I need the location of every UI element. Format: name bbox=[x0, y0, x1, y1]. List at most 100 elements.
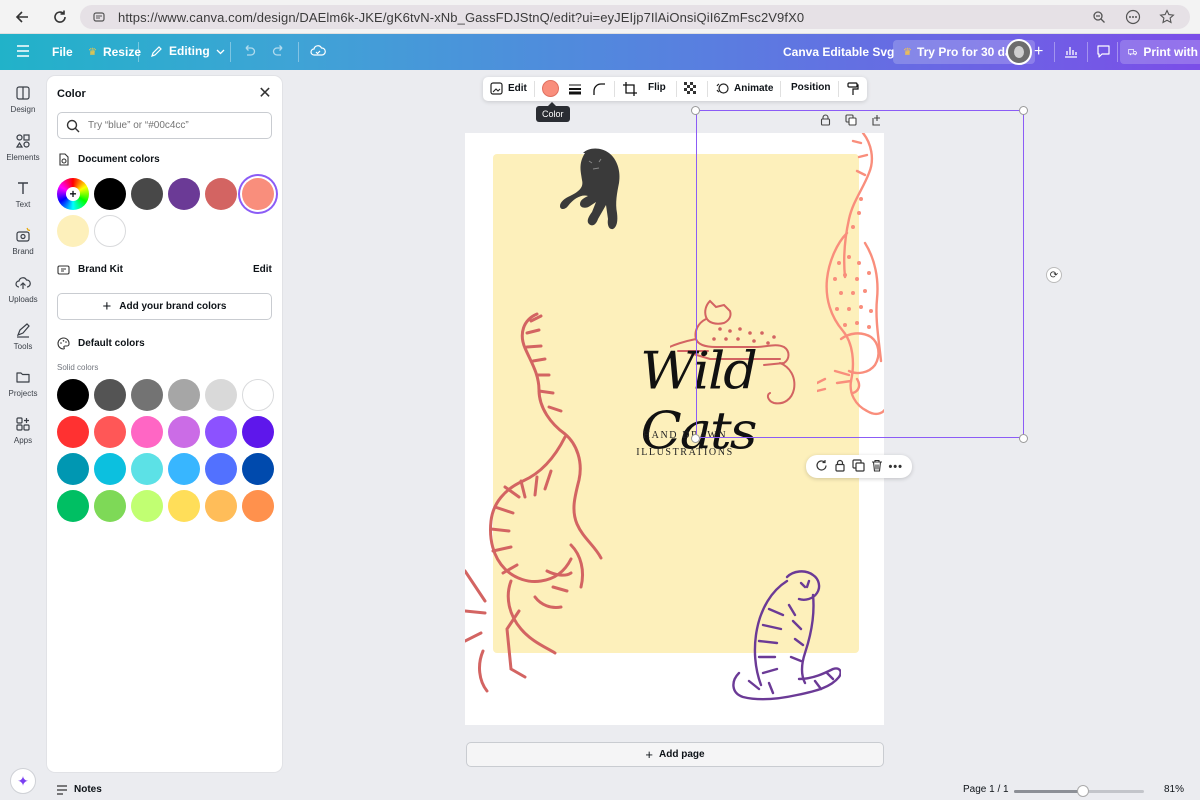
resize-handle-bottom-right[interactable] bbox=[1019, 434, 1028, 443]
cloud-save-icon[interactable] bbox=[310, 44, 326, 58]
color-button[interactable] bbox=[542, 80, 559, 97]
lock-icon[interactable] bbox=[834, 459, 846, 475]
insights-icon[interactable] bbox=[1064, 44, 1078, 58]
rail-uploads[interactable]: Uploads bbox=[0, 275, 46, 304]
zoom-icon[interactable] bbox=[1090, 8, 1108, 26]
resize-handle-bottom-left[interactable] bbox=[691, 434, 700, 443]
panther-illustration[interactable] bbox=[553, 147, 631, 239]
back-icon[interactable] bbox=[6, 3, 38, 31]
rail-brand[interactable]: Brand bbox=[0, 227, 46, 256]
solid-color-swatch[interactable] bbox=[94, 416, 126, 448]
regenerate-icon[interactable] bbox=[815, 459, 828, 475]
position-button[interactable]: Position bbox=[791, 82, 830, 93]
animate-button[interactable]: Animate bbox=[716, 82, 773, 95]
document-color-swatch[interactable] bbox=[94, 215, 126, 247]
reload-icon[interactable] bbox=[44, 3, 76, 31]
solid-color-swatch[interactable] bbox=[131, 416, 163, 448]
edit-image-button[interactable]: Edit bbox=[490, 82, 527, 95]
page-indicator[interactable]: Page 1 / 1 bbox=[963, 784, 1009, 795]
solid-color-swatch[interactable] bbox=[205, 490, 237, 522]
rail-design[interactable]: Design bbox=[0, 85, 46, 114]
solid-color-swatch[interactable] bbox=[168, 490, 200, 522]
image-edit-icon bbox=[490, 82, 503, 95]
document-color-swatch[interactable] bbox=[94, 178, 126, 210]
magic-assistant-icon[interactable]: ✦ bbox=[10, 768, 36, 794]
close-icon[interactable]: ✕ bbox=[257, 86, 273, 102]
solid-color-swatch[interactable] bbox=[57, 490, 89, 522]
solid-color-swatch[interactable] bbox=[205, 453, 237, 485]
menu-icon[interactable] bbox=[16, 45, 30, 57]
resize-handle-top-right[interactable] bbox=[1019, 106, 1028, 115]
document-title[interactable]: Canva Editable Svg bbox=[783, 45, 894, 59]
more-icon[interactable] bbox=[1124, 8, 1142, 26]
duplicate-icon[interactable] bbox=[845, 114, 857, 129]
sitting-tiger-illustration[interactable] bbox=[729, 569, 841, 701]
flip-button[interactable]: Flip bbox=[648, 82, 666, 93]
add-page-button[interactable]: + Add page bbox=[466, 742, 884, 767]
solid-color-swatch[interactable] bbox=[131, 453, 163, 485]
solid-color-swatch[interactable] bbox=[94, 453, 126, 485]
corner-rounding-icon[interactable] bbox=[592, 82, 606, 96]
solid-color-swatch[interactable] bbox=[57, 379, 89, 411]
document-color-swatch[interactable] bbox=[168, 178, 200, 210]
zoom-slider[interactable] bbox=[1014, 785, 1144, 797]
brand-kit-edit-link[interactable]: Edit bbox=[253, 264, 272, 275]
lock-icon[interactable] bbox=[820, 114, 831, 129]
transparency-icon[interactable] bbox=[684, 82, 697, 95]
solid-color-swatch[interactable] bbox=[131, 379, 163, 411]
solid-color-swatch[interactable] bbox=[205, 416, 237, 448]
address-bar[interactable]: https://www.canva.com/design/DAElm6k-JKE… bbox=[80, 5, 1190, 29]
color-search[interactable] bbox=[57, 112, 272, 139]
zoom-level[interactable]: 81% bbox=[1164, 784, 1184, 795]
color-search-input[interactable] bbox=[88, 120, 258, 131]
more-options-icon[interactable]: ••• bbox=[888, 461, 903, 473]
notes-button[interactable]: Notes bbox=[56, 784, 102, 795]
document-color-swatch[interactable] bbox=[242, 178, 274, 210]
rotate-icon[interactable]: ⟳ bbox=[1046, 267, 1062, 283]
document-color-swatch[interactable] bbox=[205, 178, 237, 210]
add-color-button[interactable]: + bbox=[57, 178, 89, 210]
line-weight-icon[interactable] bbox=[568, 83, 582, 95]
solid-color-swatch[interactable] bbox=[242, 453, 274, 485]
rail-elements[interactable]: Elements bbox=[0, 133, 46, 162]
document-color-swatch[interactable] bbox=[57, 215, 89, 247]
trash-icon[interactable] bbox=[871, 459, 883, 475]
solid-color-swatch[interactable] bbox=[94, 379, 126, 411]
paint-roller-icon[interactable] bbox=[847, 82, 859, 96]
rail-apps[interactable]: Apps bbox=[0, 416, 46, 445]
solid-color-swatch[interactable] bbox=[205, 379, 237, 411]
solid-color-swatch[interactable] bbox=[94, 490, 126, 522]
avatar[interactable] bbox=[1006, 39, 1032, 65]
selection-box[interactable] bbox=[696, 110, 1024, 438]
undo-icon[interactable] bbox=[242, 44, 256, 58]
solid-color-swatch[interactable] bbox=[131, 490, 163, 522]
rail-projects[interactable]: Projects bbox=[0, 369, 46, 398]
solid-color-swatch[interactable] bbox=[168, 416, 200, 448]
crop-icon[interactable] bbox=[623, 82, 637, 96]
solid-color-swatch[interactable] bbox=[242, 416, 274, 448]
comment-icon[interactable] bbox=[1096, 44, 1111, 58]
resize-handle-top-left[interactable] bbox=[691, 106, 700, 115]
editing-mode-button[interactable]: Editing bbox=[150, 44, 225, 58]
site-info-icon[interactable] bbox=[92, 10, 106, 24]
solid-color-swatch[interactable] bbox=[168, 453, 200, 485]
solid-color-swatch[interactable] bbox=[242, 379, 274, 411]
rail-text[interactable]: Text bbox=[0, 180, 46, 209]
rail-tools[interactable]: Tools bbox=[0, 322, 46, 351]
file-menu[interactable]: File bbox=[52, 45, 73, 59]
document-color-swatch[interactable] bbox=[131, 178, 163, 210]
zoom-slider-knob[interactable] bbox=[1076, 785, 1089, 797]
solid-color-swatch[interactable] bbox=[57, 416, 89, 448]
redo-icon[interactable] bbox=[272, 44, 286, 58]
add-brand-colors-button[interactable]: + Add your brand colors bbox=[57, 293, 272, 320]
duplicate-icon[interactable] bbox=[852, 458, 865, 475]
solid-color-swatch[interactable] bbox=[242, 490, 274, 522]
tiger-illustration[interactable] bbox=[465, 311, 605, 696]
solid-color-swatch[interactable] bbox=[168, 379, 200, 411]
star-icon[interactable] bbox=[1158, 8, 1176, 26]
resize-button[interactable]: ♛ Resize bbox=[88, 45, 141, 59]
print-button[interactable]: Print with C bbox=[1120, 40, 1200, 64]
add-collaborator-icon[interactable]: + bbox=[1034, 43, 1043, 61]
solid-color-swatch[interactable] bbox=[57, 453, 89, 485]
add-icon[interactable] bbox=[871, 114, 883, 129]
